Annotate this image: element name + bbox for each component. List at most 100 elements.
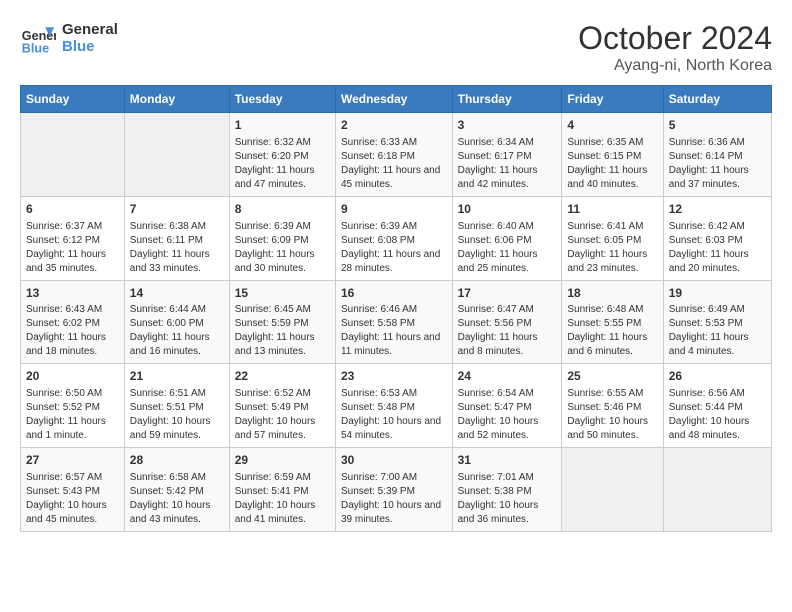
calendar-title: October 2024: [578, 20, 772, 57]
calendar-cell: 16Sunrise: 6:46 AM Sunset: 5:58 PM Dayli…: [335, 280, 452, 364]
calendar-cell: 8Sunrise: 6:39 AM Sunset: 6:09 PM Daylig…: [229, 196, 335, 280]
calendar-cell: 6Sunrise: 6:37 AM Sunset: 6:12 PM Daylig…: [21, 196, 125, 280]
calendar-cell: 15Sunrise: 6:45 AM Sunset: 5:59 PM Dayli…: [229, 280, 335, 364]
day-info: Sunrise: 6:41 AM Sunset: 6:05 PM Dayligh…: [567, 220, 657, 276]
day-number: 22: [235, 368, 330, 385]
calendar-cell: 18Sunrise: 6:48 AM Sunset: 5:55 PM Dayli…: [562, 280, 663, 364]
svg-text:Blue: Blue: [22, 41, 49, 55]
calendar-cell: 27 Sunrise: 6:57 AM Sunset: 5:43 PM Dayli…: [21, 448, 125, 532]
calendar-week-row: 13Sunrise: 6:43 AM Sunset: 6:02 PM Dayli…: [21, 280, 772, 364]
calendar-week-row: 20 Sunrise: 6:50 AM Sunset: 5:52 PM Dayli…: [21, 364, 772, 448]
day-of-week-header: Monday: [124, 86, 229, 113]
day-info: Sunrise: 6:32 AM Sunset: 6:20 PM Dayligh…: [235, 136, 330, 192]
day-number: 24: [458, 368, 557, 385]
calendar-cell: 4Sunrise: 6:35 AM Sunset: 6:15 PM Daylig…: [562, 113, 663, 197]
day-number: 31: [458, 452, 557, 469]
day-of-week-header: Thursday: [452, 86, 562, 113]
day-info: Sunrise: 6:49 AM Sunset: 5:53 PM Dayligh…: [669, 303, 766, 359]
page-header: General Blue GeneralBlue October 2024 Ay…: [20, 20, 772, 75]
day-number: 14: [130, 285, 224, 302]
calendar-cell: 29 Sunrise: 6:59 AM Sunset: 5:41 PM Dayli…: [229, 448, 335, 532]
day-info: Sunrise: 6:57 AM Sunset: 5:43 PM Dayligh…: [26, 471, 119, 527]
day-info: Sunrise: 6:39 AM Sunset: 6:09 PM Dayligh…: [235, 220, 330, 276]
logo: General Blue GeneralBlue: [20, 20, 118, 56]
day-number: 29: [235, 452, 330, 469]
day-number: 21: [130, 368, 224, 385]
calendar-cell: 2 Sunrise: 6:33 AM Sunset: 6:18 PM Daylig…: [335, 113, 452, 197]
day-number: 26: [669, 368, 766, 385]
day-info: Sunrise: 6:50 AM Sunset: 5:52 PM Dayligh…: [26, 387, 119, 443]
day-info: Sunrise: 7:01 AM Sunset: 5:38 PM Dayligh…: [458, 471, 557, 527]
calendar-cell: [562, 448, 663, 532]
calendar-cell: 3 Sunrise: 6:34 AM Sunset: 6:17 PM Daylig…: [452, 113, 562, 197]
day-number: 23: [341, 368, 447, 385]
calendar-cell: 9 Sunrise: 6:39 AM Sunset: 6:08 PM Daylig…: [335, 196, 452, 280]
day-number: 11: [567, 201, 657, 218]
day-info: Sunrise: 6:54 AM Sunset: 5:47 PM Dayligh…: [458, 387, 557, 443]
calendar-cell: 24 Sunrise: 6:54 AM Sunset: 5:47 PM Dayli…: [452, 364, 562, 448]
calendar-week-row: 6Sunrise: 6:37 AM Sunset: 6:12 PM Daylig…: [21, 196, 772, 280]
day-of-week-header: Friday: [562, 86, 663, 113]
calendar-subtitle: Ayang-ni, North Korea: [578, 57, 772, 75]
calendar-cell: 5Sunrise: 6:36 AM Sunset: 6:14 PM Daylig…: [663, 113, 771, 197]
day-info: Sunrise: 6:58 AM Sunset: 5:42 PM Dayligh…: [130, 471, 224, 527]
calendar-cell: 30Sunrise: 7:00 AM Sunset: 5:39 PM Dayli…: [335, 448, 452, 532]
day-of-week-header: Sunday: [21, 86, 125, 113]
calendar-cell: 20 Sunrise: 6:50 AM Sunset: 5:52 PM Dayli…: [21, 364, 125, 448]
calendar-cell: 1 Sunrise: 6:32 AM Sunset: 6:20 PM Daylig…: [229, 113, 335, 197]
day-info: Sunrise: 6:56 AM Sunset: 5:44 PM Dayligh…: [669, 387, 766, 443]
calendar-table: SundayMondayTuesdayWednesdayThursdayFrid…: [20, 85, 772, 532]
calendar-cell: 7Sunrise: 6:38 AM Sunset: 6:11 PM Daylig…: [124, 196, 229, 280]
calendar-body: 1 Sunrise: 6:32 AM Sunset: 6:20 PM Daylig…: [21, 113, 772, 532]
calendar-cell: [663, 448, 771, 532]
day-info: Sunrise: 6:47 AM Sunset: 5:56 PM Dayligh…: [458, 303, 557, 359]
day-number: 27: [26, 452, 119, 469]
day-number: 4: [567, 117, 657, 134]
day-info: Sunrise: 6:45 AM Sunset: 5:59 PM Dayligh…: [235, 303, 330, 359]
calendar-cell: 26 Sunrise: 6:56 AM Sunset: 5:44 PM Dayli…: [663, 364, 771, 448]
day-number: 1: [235, 117, 330, 134]
day-info: Sunrise: 6:52 AM Sunset: 5:49 PM Dayligh…: [235, 387, 330, 443]
day-of-week-header: Wednesday: [335, 86, 452, 113]
day-info: Sunrise: 6:48 AM Sunset: 5:55 PM Dayligh…: [567, 303, 657, 359]
calendar-cell: 19Sunrise: 6:49 AM Sunset: 5:53 PM Dayli…: [663, 280, 771, 364]
day-of-week-header: Tuesday: [229, 86, 335, 113]
day-number: 13: [26, 285, 119, 302]
day-of-week-header: Saturday: [663, 86, 771, 113]
day-info: Sunrise: 6:33 AM Sunset: 6:18 PM Dayligh…: [341, 136, 447, 192]
day-info: Sunrise: 6:42 AM Sunset: 6:03 PM Dayligh…: [669, 220, 766, 276]
calendar-cell: 17Sunrise: 6:47 AM Sunset: 5:56 PM Dayli…: [452, 280, 562, 364]
day-info: Sunrise: 6:40 AM Sunset: 6:06 PM Dayligh…: [458, 220, 557, 276]
day-number: 20: [26, 368, 119, 385]
calendar-cell: 13Sunrise: 6:43 AM Sunset: 6:02 PM Dayli…: [21, 280, 125, 364]
day-info: Sunrise: 7:00 AM Sunset: 5:39 PM Dayligh…: [341, 471, 447, 527]
day-number: 10: [458, 201, 557, 218]
calendar-cell: [21, 113, 125, 197]
calendar-cell: 10 Sunrise: 6:40 AM Sunset: 6:06 PM Dayli…: [452, 196, 562, 280]
day-info: Sunrise: 6:53 AM Sunset: 5:48 PM Dayligh…: [341, 387, 447, 443]
day-number: 25: [567, 368, 657, 385]
day-number: 2: [341, 117, 447, 134]
calendar-cell: 28 Sunrise: 6:58 AM Sunset: 5:42 PM Dayli…: [124, 448, 229, 532]
day-number: 28: [130, 452, 224, 469]
day-info: Sunrise: 6:55 AM Sunset: 5:46 PM Dayligh…: [567, 387, 657, 443]
calendar-cell: [124, 113, 229, 197]
day-info: Sunrise: 6:39 AM Sunset: 6:08 PM Dayligh…: [341, 220, 447, 276]
day-number: 12: [669, 201, 766, 218]
day-info: Sunrise: 6:59 AM Sunset: 5:41 PM Dayligh…: [235, 471, 330, 527]
day-number: 15: [235, 285, 330, 302]
calendar-cell: 23 Sunrise: 6:53 AM Sunset: 5:48 PM Dayli…: [335, 364, 452, 448]
logo-icon: General Blue: [20, 20, 56, 56]
title-block: October 2024 Ayang-ni, North Korea: [578, 20, 772, 75]
day-number: 3: [458, 117, 557, 134]
calendar-cell: 22 Sunrise: 6:52 AM Sunset: 5:49 PM Dayli…: [229, 364, 335, 448]
day-info: Sunrise: 6:38 AM Sunset: 6:11 PM Dayligh…: [130, 220, 224, 276]
day-number: 16: [341, 285, 447, 302]
day-number: 17: [458, 285, 557, 302]
day-info: Sunrise: 6:34 AM Sunset: 6:17 PM Dayligh…: [458, 136, 557, 192]
day-info: Sunrise: 6:44 AM Sunset: 6:00 PM Dayligh…: [130, 303, 224, 359]
day-number: 9: [341, 201, 447, 218]
calendar-cell: 14Sunrise: 6:44 AM Sunset: 6:00 PM Dayli…: [124, 280, 229, 364]
calendar-cell: 31 Sunrise: 7:01 AM Sunset: 5:38 PM Dayli…: [452, 448, 562, 532]
day-number: 5: [669, 117, 766, 134]
